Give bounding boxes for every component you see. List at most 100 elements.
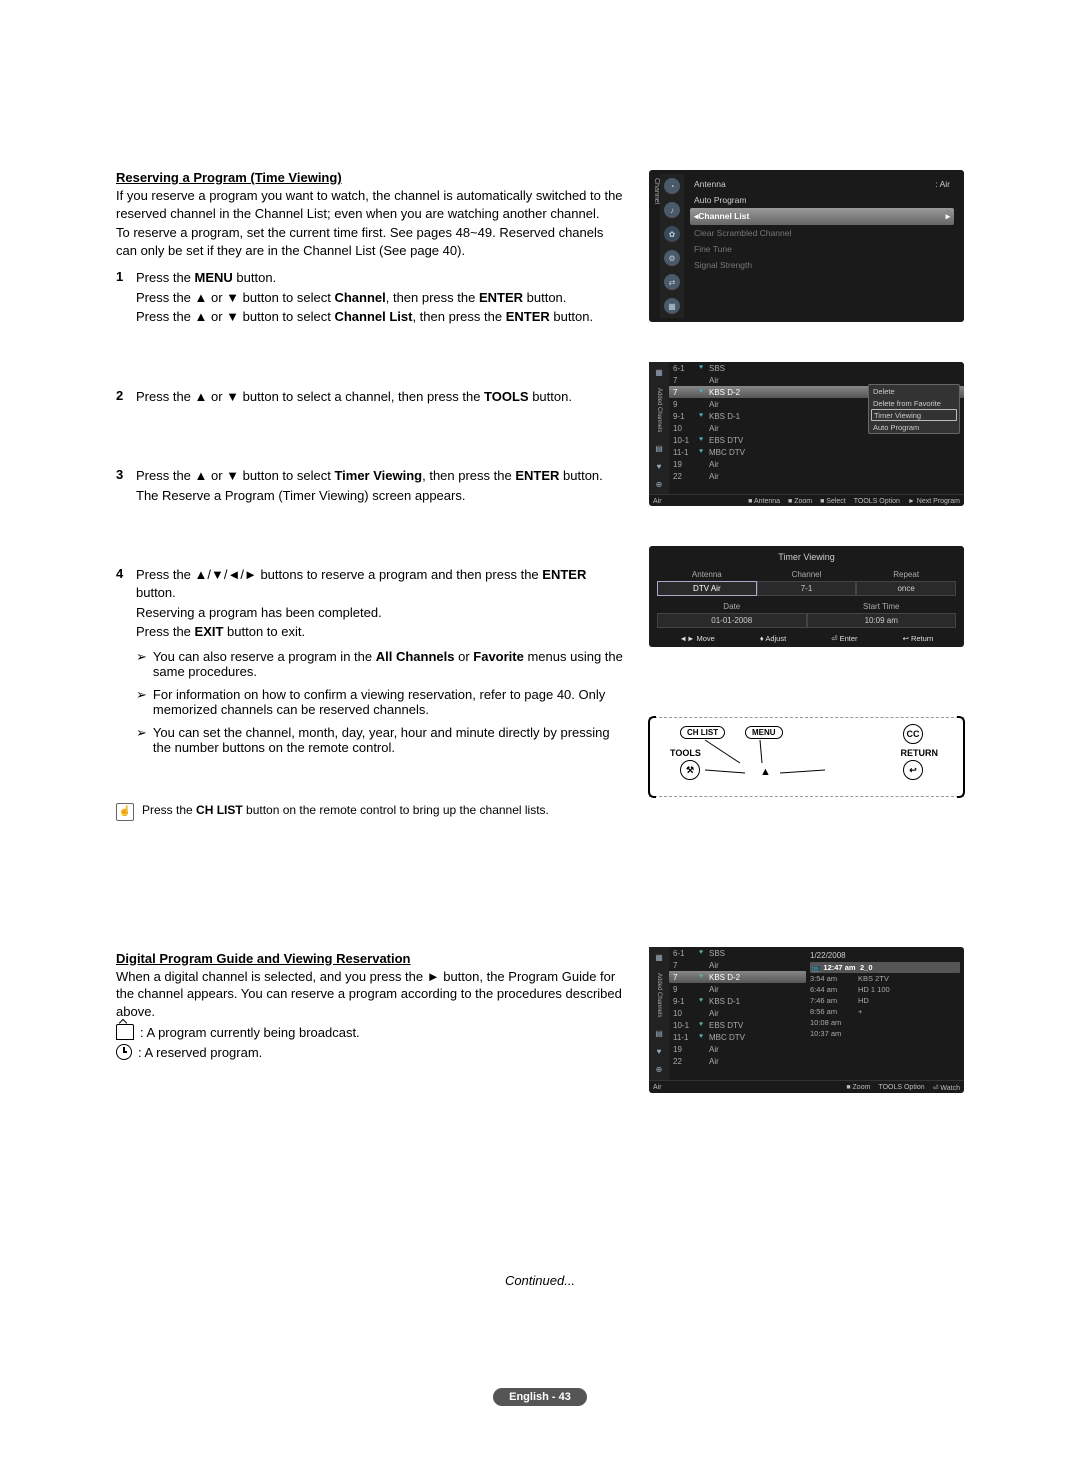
reserved-label: : A reserved program.: [138, 1045, 262, 1060]
channel-row: 10-1♥EBS DTV: [669, 434, 964, 446]
step-line: Press the ▲ or ▼ button to select Channe…: [136, 289, 626, 307]
picture-icon: ◔: [664, 178, 680, 194]
osd-channel-menu: Channel ◔ ♪ ✿ ⚙ ⇄ ▦ Antenna: Air Auto Pr…: [649, 170, 964, 322]
step-line: Press the ▲/▼/◄/► buttons to reserve a p…: [136, 566, 626, 601]
step-2: 2 Press the ▲ or ▼ button to select a ch…: [116, 388, 626, 408]
channel-row: 9Air: [669, 983, 806, 995]
remote-diagram: CH LIST MENU CC TOOLS RETURN ⚒ ↩ ▲: [649, 717, 964, 797]
footer-hint: ⏎ Watch: [933, 1084, 960, 1092]
setup-icon: ⚙: [664, 250, 680, 266]
list-icon-1: ▤: [653, 1028, 665, 1040]
timer-hdr-repeat: Repeat: [856, 568, 956, 581]
step-4-notes: You can also reserve a program in the Al…: [136, 649, 626, 755]
timer-val-date: 01-01-2008: [657, 613, 807, 628]
remote-cc-button: CC: [903, 724, 923, 744]
continued-label: Continued...: [116, 1273, 964, 1288]
broadcast-icon-line: : A program currently being broadcast.: [116, 1024, 626, 1040]
guide-row: 3:54 amKBS 2TV: [810, 973, 960, 984]
timer-hdr-channel: Channel: [757, 568, 857, 581]
step-line: Press the EXIT button to exit.: [136, 623, 626, 641]
menu-item-auto-program: Auto Program: [690, 192, 954, 208]
timer-footer: ◄► Move♦ Adjust⏎ Enter↩ Return: [657, 628, 956, 643]
guide-row-current: 📺 12:47 am 2_0: [810, 962, 960, 973]
broadcast-label: : A program currently being broadcast.: [140, 1025, 360, 1040]
timer-hdr-start: Start Time: [807, 600, 957, 613]
menu-item-signal-strength: Signal Strength: [690, 257, 954, 273]
channel-row: 10-1♥EBS DTV: [669, 1019, 806, 1031]
section-2-intro: When a digital channel is selected, and …: [116, 968, 626, 1021]
footer-hint: ► Next Program: [908, 498, 960, 505]
step-line: Press the ▲ or ▼ button to select Channe…: [136, 308, 626, 326]
tools-menu-item: Auto Program: [869, 421, 959, 433]
step-3: 3 Press the ▲ or ▼ button to select Time…: [116, 467, 626, 506]
added-channels-label: Added Channels: [656, 384, 662, 436]
added-channels-label: Added Channels: [656, 969, 662, 1021]
channel-row: 7Air: [669, 959, 806, 971]
section-1-intro-2: To reserve a program, set the current ti…: [116, 224, 626, 259]
tools-menu-item: Timer Viewing: [871, 409, 957, 421]
footer-hint: ⏎ Enter: [831, 634, 857, 643]
channel-row: 11-1♥MBC DTV: [669, 1031, 806, 1043]
osd3-footer: Air ■ Zoom TOOLS Option ⏎ Watch: [649, 1080, 964, 1093]
timer-viewing-panel: Timer Viewing Antenna Channel Repeat DTV…: [649, 546, 964, 647]
guide-row: 8:56 am+: [810, 1006, 960, 1017]
all-icon: ▦: [653, 366, 665, 378]
reserved-icon-line: : A reserved program.: [116, 1044, 626, 1060]
step-note: For information on how to confirm a view…: [136, 687, 626, 717]
timer-hdr-date: Date: [657, 600, 807, 613]
list-icon-2: ♥: [653, 1046, 665, 1058]
footer-hint: ◄► Move: [680, 634, 715, 643]
remote-menu-button: MENU: [745, 726, 783, 739]
footer-hint: TOOLS Option: [854, 498, 900, 505]
osd-left-icons: ▦ Added Channels ▤ ♥ ⊕: [649, 362, 669, 494]
guide-date: 1/22/2008: [810, 949, 960, 962]
section-1-title: Reserving a Program (Time Viewing): [116, 170, 626, 185]
osd-program-guide: ▦ Added Channels ▤ ♥ ⊕ 6-1♥SBS7Air7♥KBS …: [649, 947, 964, 1092]
channel-row: 19Air: [669, 458, 964, 470]
hand-icon: ☝: [116, 803, 134, 821]
remote-tools-label: TOOLS: [670, 748, 701, 758]
remote-return-button: ↩: [903, 760, 923, 780]
list-icon-1: ▤: [653, 442, 665, 454]
footer-source: Air: [653, 1084, 662, 1092]
step-body: Press the MENU button.Press the ▲ or ▼ b…: [136, 269, 626, 328]
guide-column: 1/22/2008 📺 12:47 am 2_0 3:54 amKBS 2TV6…: [806, 947, 964, 1079]
timer-val-antenna: DTV Air: [657, 581, 757, 596]
step-number: 2: [116, 388, 136, 408]
chlist-note: ☝ Press the CH LIST button on the remote…: [116, 803, 626, 821]
section-2-title: Digital Program Guide and Viewing Reserv…: [116, 951, 626, 966]
footer-hint: ■ Zoom: [846, 1084, 870, 1092]
all-icon: ▦: [653, 951, 665, 963]
step-note: You can set the channel, month, day, yea…: [136, 725, 626, 755]
timer-val-channel: 7-1: [757, 581, 857, 596]
footer-hint: ■ Antenna: [748, 498, 780, 505]
channel-row: 10Air: [669, 1007, 806, 1019]
channel-row: 6-1♥SBS: [669, 362, 964, 374]
timer-val-start: 10:09 am: [807, 613, 957, 628]
step-number: 1: [116, 269, 136, 328]
channel-row: 6-1♥SBS: [669, 947, 806, 959]
tools-menu-item: Delete: [869, 385, 959, 397]
footer-hint: ♦ Adjust: [760, 634, 786, 643]
step-line: The Reserve a Program (Timer Viewing) sc…: [136, 487, 626, 505]
sound-icon: ♪: [664, 202, 680, 218]
timer-val-repeat: once: [856, 581, 956, 596]
step-body: Press the ▲ or ▼ button to select a chan…: [136, 388, 626, 408]
step-1: 1 Press the MENU button.Press the ▲ or ▼…: [116, 269, 626, 328]
steps-list: 1 Press the MENU button.Press the ▲ or ▼…: [116, 269, 626, 762]
footer-hint: ■ Select: [820, 498, 846, 505]
section-1-intro-1: If you reserve a program you want to wat…: [116, 187, 626, 222]
guide-row: 10:37 am: [810, 1028, 960, 1039]
footer-hint: TOOLS Option: [878, 1084, 924, 1092]
osd2-footer: Air■ Antenna■ Zoom■ SelectTOOLS Option► …: [649, 494, 964, 506]
menu-item-antenna: Antenna: Air: [690, 176, 954, 192]
tools-context-menu: DeleteDelete from FavoriteTimer ViewingA…: [868, 384, 960, 434]
osd3-left-icons: ▦ Added Channels ▤ ♥ ⊕: [649, 947, 669, 1079]
application-icon: ▦: [664, 298, 680, 314]
channel-row: 9-1♥KBS D-1: [669, 995, 806, 1007]
input-icon: ⇄: [664, 274, 680, 290]
step-body: Press the ▲ or ▼ button to select Timer …: [136, 467, 626, 506]
tools-menu-item: Delete from Favorite: [869, 397, 959, 409]
timer-title: Timer Viewing: [657, 552, 956, 568]
step-number: 4: [116, 566, 136, 762]
